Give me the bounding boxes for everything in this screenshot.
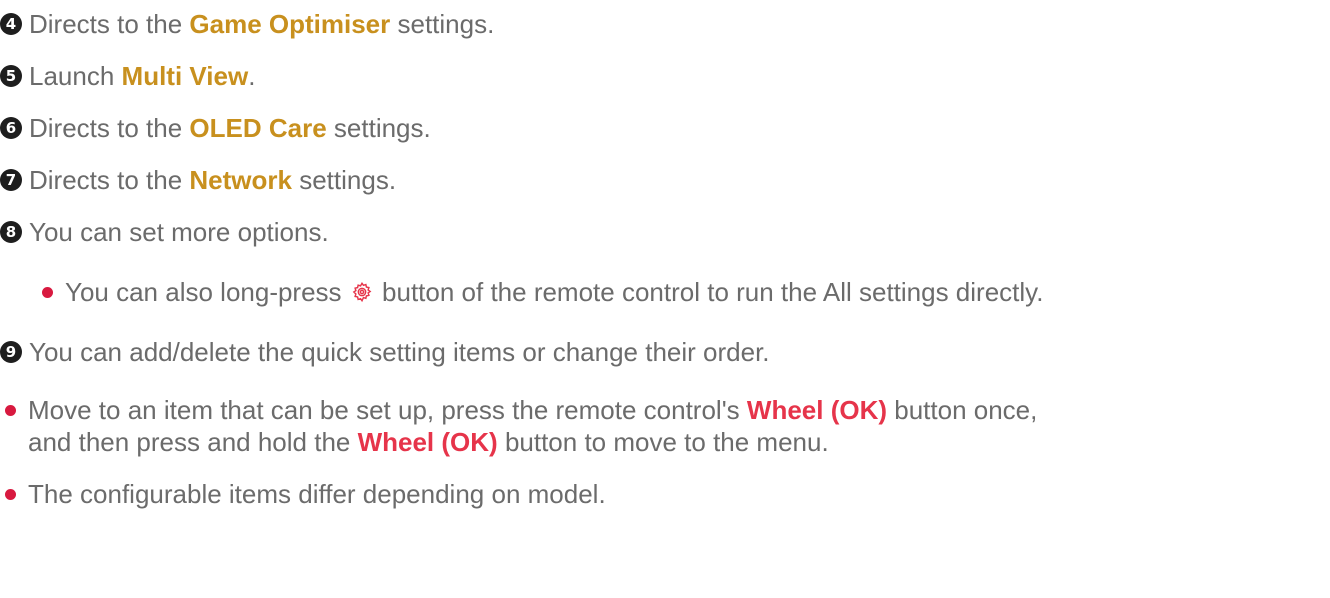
item-text: settings. [333,113,431,143]
note-text: button once, [894,395,1038,425]
item-text: Directs to the [29,113,183,143]
note-wheel-ok: Move to an item that can be set up, pres… [5,394,1037,458]
item-8: 8 You can set more options. [0,216,329,248]
menu-term: Network [189,165,292,195]
note-text: button of the remote control to run the … [382,277,1044,307]
button-term: Wheel (OK) [357,427,498,457]
sub-note: You can also long-press button of the re… [42,276,1043,308]
item-text: Directs to the [29,9,183,39]
step-number-badge: 6 [0,117,22,139]
item-text: Directs to the [29,165,183,195]
menu-term: Multi View [121,61,249,91]
menu-term: OLED Care [189,113,327,143]
bullet [5,488,16,500]
step-number-badge: 5 [0,65,22,87]
gear-icon [352,281,372,303]
item-text: You can set more options. [29,217,329,247]
note-text: button to move to the menu. [504,427,829,457]
bullet [42,286,53,298]
note-model: The configurable items differ depending … [5,478,606,510]
note-text: You can also long-press [65,277,342,307]
step-number-badge: 9 [0,341,22,363]
item-text: settings. [299,165,397,195]
button-term: Wheel (OK) [746,395,888,425]
item-text: Launch [29,61,115,91]
note-text: The configurable items differ depending … [28,479,606,509]
note-text: and then press and hold the [28,427,351,457]
bullet [5,404,16,416]
step-number-badge: 8 [0,221,22,243]
item-5: 5 Launch Multi View. [0,60,255,92]
item-7: 7 Directs to the Network settings. [0,164,396,196]
item-6: 6 Directs to the OLED Care settings. [0,112,431,144]
item-text: You can add/delete the quick setting ite… [29,337,770,367]
item-4: 4 Directs to the Game Optimiser settings… [0,8,494,40]
step-number-badge: 7 [0,169,22,191]
item-text: . [248,61,256,91]
menu-term: Game Optimiser [189,9,391,39]
step-number-badge: 4 [0,13,22,35]
note-text: Move to an item that can be set up, pres… [28,395,740,425]
item-9: 9 You can add/delete the quick setting i… [0,336,770,368]
item-text: settings. [397,9,495,39]
